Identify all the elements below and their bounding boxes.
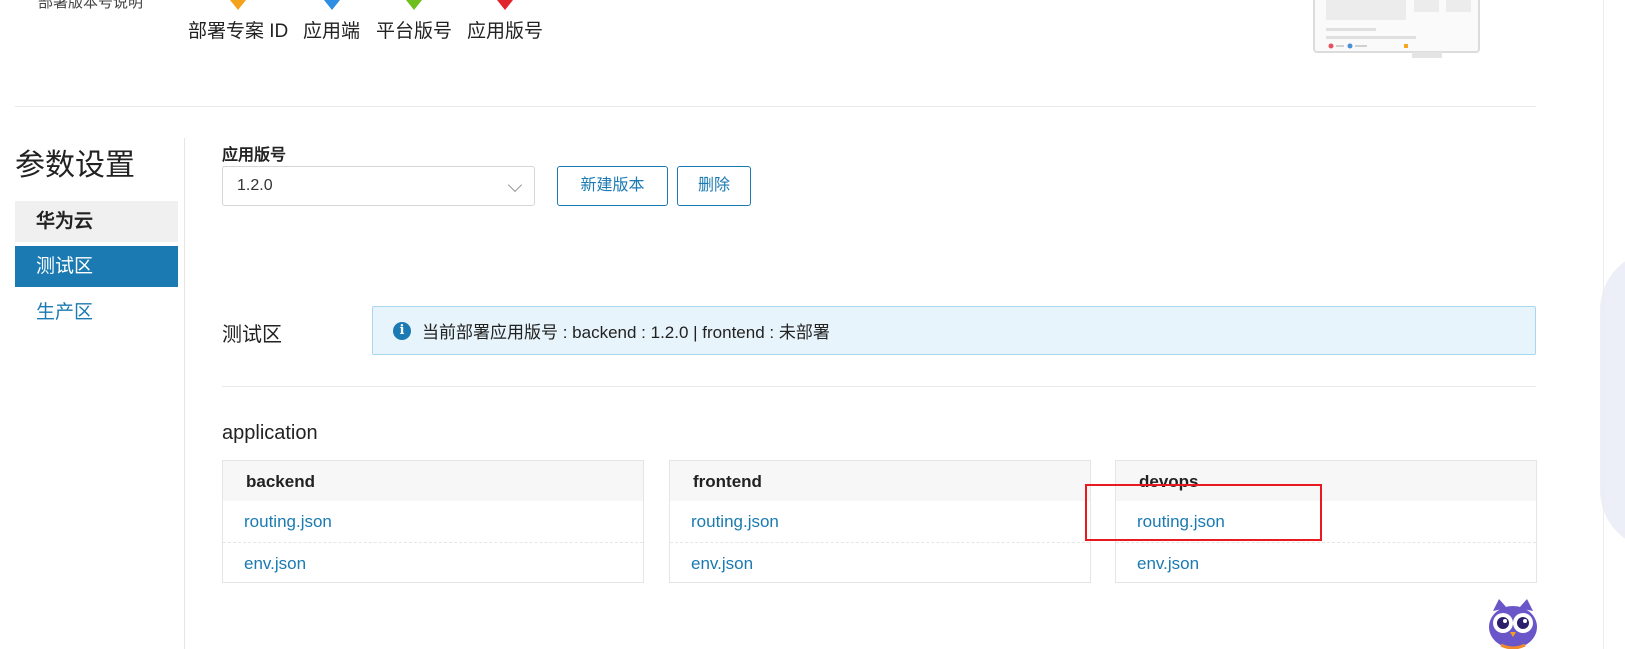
file-link-env[interactable]: env.json [1116, 542, 1536, 583]
app-card-backend: backend routing.json env.json [222, 460, 644, 583]
legend-label: 应用版号 [467, 21, 544, 42]
arrow-down-icon [323, 0, 340, 10]
app-version-value: 1.2.0 [237, 177, 273, 194]
legend-platform-version: 平台版号 [376, 0, 452, 43]
info-icon: i [393, 321, 411, 340]
card-title: backend [223, 461, 643, 501]
screen-illustration [1313, 0, 1480, 58]
page-title: 参数设置 [15, 149, 135, 182]
assistant-owl-icon[interactable] [1487, 597, 1539, 649]
card-title: frontend [670, 461, 1090, 501]
arrow-down-icon [406, 0, 422, 10]
deploy-info-alert: i 当前部署应用版号 : backend : 1.2.0 | frontend … [372, 306, 1536, 355]
arrow-down-icon [497, 0, 513, 10]
new-version-button[interactable]: 新建版本 [557, 166, 668, 206]
app-version-label: 应用版号 [222, 147, 287, 164]
file-link-env[interactable]: env.json [670, 542, 1090, 583]
sidebar-group-huawei-cloud: 华为云 [15, 201, 178, 242]
deploy-info-text: 当前部署应用版号 : backend : 1.2.0 | frontend : … [422, 323, 830, 342]
zone-label: 测试区 [222, 324, 282, 346]
arrow-down-icon [230, 0, 247, 10]
file-link-env[interactable]: env.json [223, 542, 643, 583]
version-explanation-title: 部署版本号说明 [38, 0, 144, 11]
sidebar-item-test-zone[interactable]: 测试区 [15, 246, 178, 287]
chevron-down-icon [507, 177, 523, 193]
legend-label: 平台版号 [376, 21, 453, 42]
section-divider [222, 386, 1536, 387]
legend-label: 部署专案 ID [188, 21, 289, 42]
file-link-routing[interactable]: routing.json [223, 501, 643, 542]
app-card-frontend: frontend routing.json env.json [669, 460, 1091, 583]
header-divider [15, 106, 1536, 107]
application-section-title: application [222, 422, 318, 444]
annotation-highlight-box [1085, 484, 1322, 541]
delete-button[interactable]: 删除 [677, 166, 751, 206]
app-version-select[interactable]: 1.2.0 [222, 166, 535, 206]
legend-app-end: 应用端 [303, 0, 360, 43]
file-link-routing[interactable]: routing.json [670, 501, 1090, 542]
legend-label: 应用端 [303, 21, 361, 42]
sidebar-item-prod-zone[interactable]: 生产区 [15, 292, 178, 333]
page-edge-line [1603, 0, 1604, 649]
sidebar-divider [184, 138, 185, 649]
legend-app-version: 应用版号 [467, 0, 543, 43]
legend-deploy-id: 部署专案 ID [188, 0, 288, 43]
